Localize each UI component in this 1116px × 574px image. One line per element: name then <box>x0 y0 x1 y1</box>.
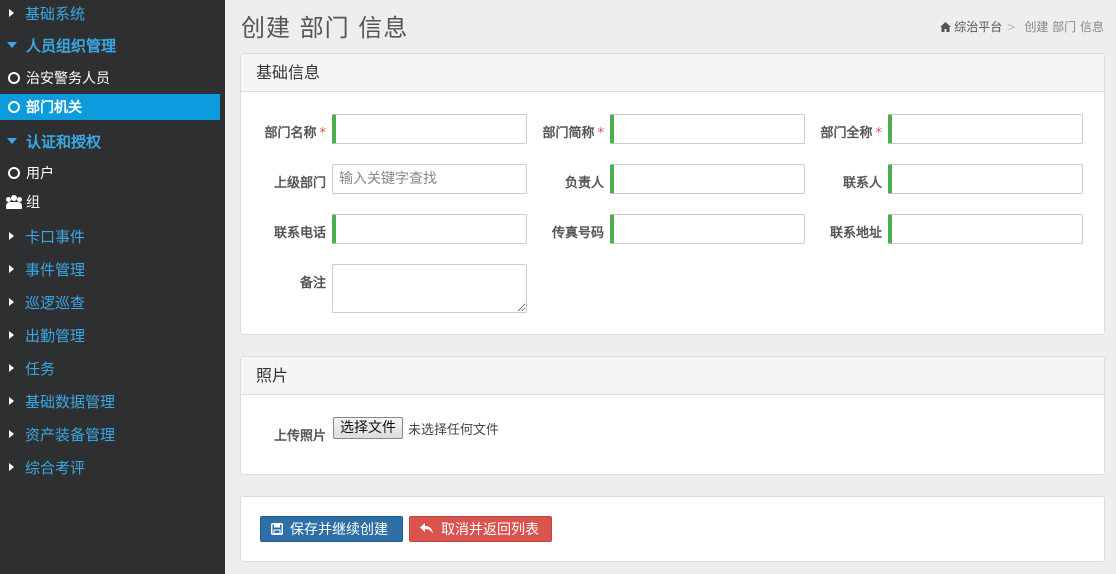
sidebar-group-auth[interactable]: 认证和授权 <box>0 128 220 154</box>
dept-full-input[interactable] <box>888 114 1083 144</box>
sidebar-item-label: 任务 <box>25 359 56 378</box>
sidebar-item-attendance[interactable]: 出勤管理 <box>0 322 220 348</box>
sidebar-item-basic-system[interactable]: 基础系统 <box>0 0 220 26</box>
caret-down-icon <box>7 138 17 144</box>
breadcrumb-separator: > <box>1006 19 1017 34</box>
address-input[interactable] <box>888 214 1083 244</box>
sidebar-item-label: 基础系统 <box>25 4 86 23</box>
sidebar-item-label: 基础数据管理 <box>25 392 116 411</box>
breadcrumb-home-link[interactable]: 综治平台 <box>940 18 1002 35</box>
sidebar-item-label: 治安警务人员 <box>26 71 110 87</box>
sidebar-item-departments[interactable]: 部门机关 <box>0 94 220 120</box>
fax-label: 传真号码 <box>551 226 604 241</box>
circle-icon <box>8 101 20 113</box>
required-mark: * <box>319 126 327 141</box>
home-icon <box>940 21 952 32</box>
sidebar-item-label: 事件管理 <box>25 260 86 279</box>
actions-panel: 保存并继续创建 取消并返回列表 <box>240 496 1105 562</box>
upload-photo-label: 上传照片 <box>273 429 326 444</box>
sidebar-item-patrol[interactable]: 巡逻巡查 <box>0 289 220 315</box>
sidebar-item-base-data[interactable]: 基础数据管理 <box>0 388 220 414</box>
sidebar-item-label: 部门机关 <box>26 100 82 116</box>
sidebar-item-label: 组 <box>26 195 40 211</box>
required-mark: * <box>597 126 605 141</box>
contact-input[interactable] <box>888 164 1083 194</box>
caret-right-icon <box>9 364 14 372</box>
manager-label: 负责人 <box>564 176 604 191</box>
choose-file-button[interactable]: 选择文件 <box>333 417 403 439</box>
cancel-button-label: 取消并返回列表 <box>441 522 539 538</box>
page-title: 创建 部门 信息 <box>241 14 409 42</box>
circle-icon <box>8 167 20 179</box>
sidebar-group-personnel[interactable]: 人员组织管理 <box>0 32 220 58</box>
sidebar-item-label: 认证和授权 <box>26 132 102 151</box>
caret-right-icon <box>9 430 14 438</box>
caret-right-icon <box>9 331 14 339</box>
breadcrumb: 综治平台 > 创建 部门 信息 <box>940 18 1104 35</box>
phone-label: 联系电话 <box>273 226 326 241</box>
breadcrumb-home-label: 综治平台 <box>954 20 1003 34</box>
sidebar-item-checkpoint-events[interactable]: 卡口事件 <box>0 223 220 249</box>
floppy-disk-icon <box>271 523 283 535</box>
contact-label: 联系人 <box>842 176 882 191</box>
address-label: 联系地址 <box>829 226 882 241</box>
remark-label: 备注 <box>299 276 326 291</box>
sidebar-item-label: 出勤管理 <box>25 326 86 345</box>
file-status-text: 未选择任何文件 <box>408 423 500 438</box>
sidebar-item-label: 用户 <box>26 166 54 182</box>
required-mark: * <box>875 126 883 141</box>
dept-full-label: 部门全称 * <box>820 126 883 141</box>
basic-info-panel: 基础信息 部门名称* 部门简称* 部门全称* 上级部门 负责人 联系人 联系电话… <box>240 53 1105 335</box>
sidebar-item-event-management[interactable]: 事件管理 <box>0 256 220 282</box>
sidebar-item-label: 巡逻巡查 <box>25 293 86 312</box>
remark-textarea[interactable] <box>332 264 527 313</box>
sidebar-item-evaluation[interactable]: 综合考评 <box>0 454 220 480</box>
dept-name-label: 部门名称 * <box>264 126 327 141</box>
dept-short-label: 部门简称 * <box>542 126 605 141</box>
caret-right-icon <box>9 232 14 240</box>
caret-right-icon <box>9 9 14 17</box>
caret-right-icon <box>9 397 14 405</box>
panel-title: 照片 <box>241 357 1104 395</box>
sidebar-item-label: 卡口事件 <box>25 227 86 246</box>
sidebar: 基础系统 人员组织管理 治安警务人员 部门机关 认证和授权 用户 组 卡口事件 … <box>0 0 225 574</box>
caret-right-icon <box>9 265 14 273</box>
circle-icon <box>8 72 20 84</box>
sidebar-item-tasks[interactable]: 任务 <box>0 355 220 381</box>
caret-right-icon <box>9 463 14 471</box>
cancel-and-return-button[interactable]: 取消并返回列表 <box>409 516 552 542</box>
caret-down-icon <box>7 42 17 48</box>
sidebar-item-groups[interactable]: 组 <box>0 189 220 215</box>
sidebar-item-label: 资产装备管理 <box>25 425 116 444</box>
breadcrumb-current: 创建 部门 信息 <box>1024 20 1104 34</box>
sidebar-item-label: 综合考评 <box>25 458 86 477</box>
sidebar-item-users[interactable]: 用户 <box>0 160 220 186</box>
sidebar-item-police-staff[interactable]: 治安警务人员 <box>0 65 220 91</box>
panel-title: 基础信息 <box>241 54 1104 92</box>
save-button-label: 保存并继续创建 <box>290 522 388 538</box>
caret-right-icon <box>9 298 14 306</box>
photo-panel: 照片 上传照片 选择文件 未选择任何文件 <box>240 356 1105 475</box>
users-icon <box>6 195 22 209</box>
sidebar-item-assets[interactable]: 资产装备管理 <box>0 421 220 447</box>
sidebar-item-label: 人员组织管理 <box>26 36 117 55</box>
save-and-continue-button[interactable]: 保存并继续创建 <box>260 516 403 542</box>
parent-dept-label: 上级部门 <box>273 176 326 191</box>
reply-arrow-icon <box>420 523 433 534</box>
